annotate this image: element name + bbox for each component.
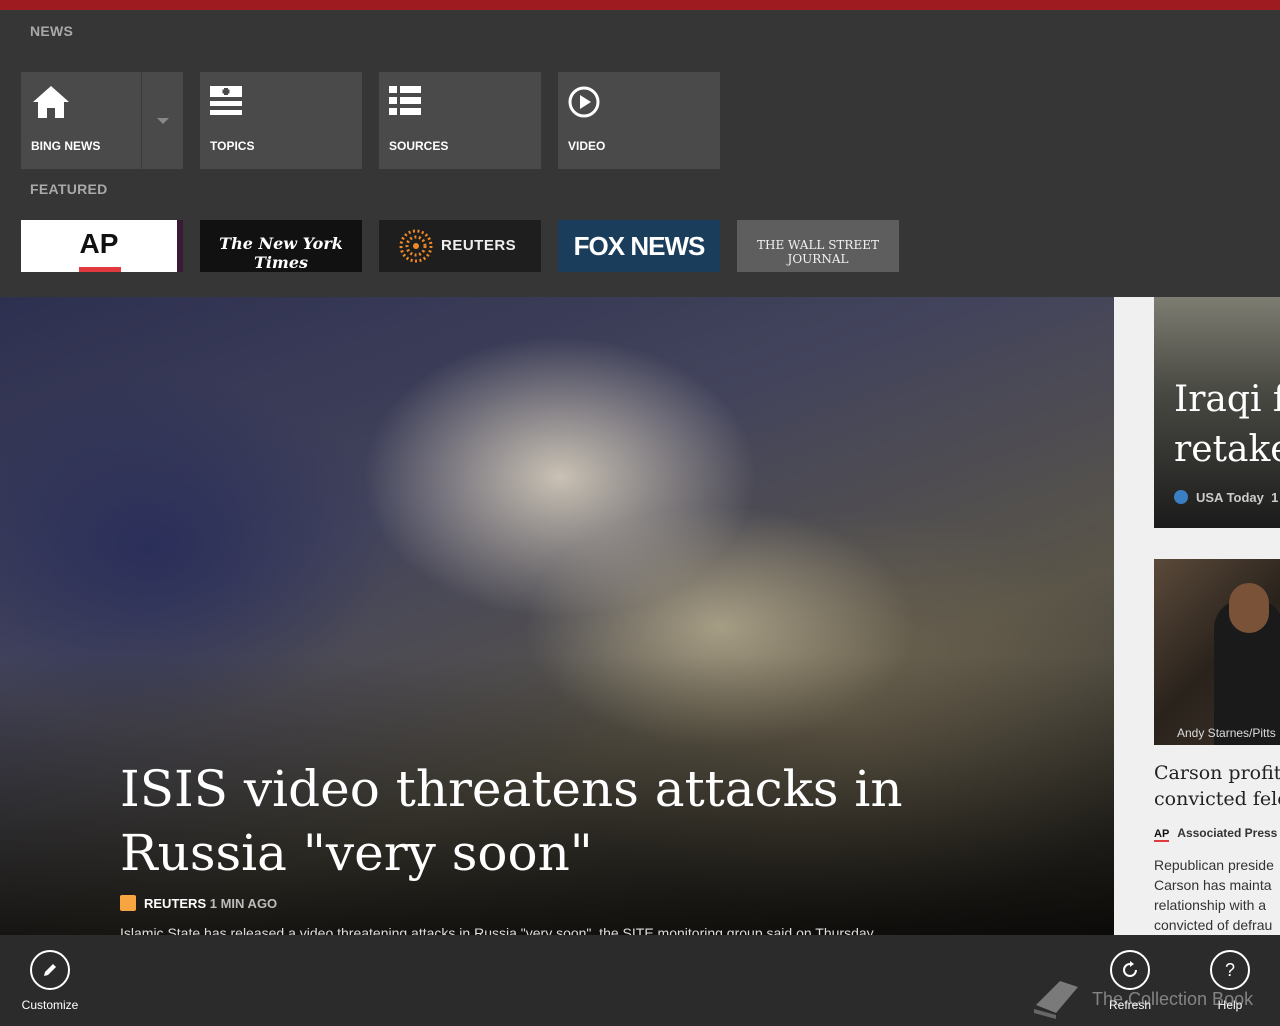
home-icon — [33, 86, 69, 118]
featured-source-reuters[interactable]: REUTERS — [379, 220, 541, 272]
usa-today-icon — [1174, 490, 1188, 504]
body-line: convicted of defrau — [1154, 917, 1273, 933]
headline-line: Carson profit — [1154, 762, 1280, 784]
section-label-news: NEWS — [30, 23, 74, 39]
tile-label: SOURCES — [389, 139, 449, 153]
hero-summary: Islamic State has released a video threa… — [120, 925, 877, 935]
refresh-icon — [1110, 950, 1150, 990]
tile-sources[interactable]: SOURCES — [379, 72, 541, 169]
hero-source: REUTERS — [144, 896, 207, 911]
ap-logo-bar — [79, 267, 121, 272]
tile-bing-news[interactable]: BING NEWS — [21, 72, 141, 169]
watermark: The Collection Book — [1030, 975, 1253, 1026]
headline-line: Iraqi f — [1174, 379, 1280, 420]
side-articles: Iraqi f retake USA Today 1 Andy Starnes/… — [1114, 297, 1280, 935]
nyt-logo: The New York Times — [219, 234, 343, 272]
featured-source-ap[interactable]: AP — [21, 220, 183, 272]
side-article-carson-headline[interactable]: Carson profit convicted felo — [1154, 760, 1280, 812]
body-line: Republican preside — [1154, 857, 1274, 873]
tile-label: VIDEO — [568, 139, 606, 153]
side-article-carson-image[interactable]: Andy Starnes/Pitts — [1154, 559, 1280, 745]
ap-source-icon: AP — [1154, 828, 1170, 842]
section-label-featured: FEATURED — [30, 181, 108, 197]
tile-edge — [177, 220, 183, 272]
bing-news-dropdown-button[interactable] — [141, 72, 183, 169]
body-line: Carson has mainta — [1154, 877, 1272, 893]
photo-face — [1229, 583, 1269, 633]
question-icon: ? — [1210, 950, 1250, 990]
reuters-logo-icon — [399, 229, 433, 263]
customize-label: Customize — [21, 998, 79, 1012]
featured-source-wsj[interactable]: THE WALL STREET JOURNAL — [737, 220, 899, 272]
tile-video[interactable]: VIDEO — [558, 72, 720, 169]
side-article-carson-body: Republican preside Carson has mainta rel… — [1154, 855, 1280, 935]
body-line: relationship with a — [1154, 897, 1267, 913]
headline-line: convicted felo — [1154, 788, 1280, 810]
wsj-logo: THE WALL STREET JOURNAL — [757, 238, 879, 266]
watermark-text: The Collection Book — [1092, 989, 1254, 1009]
fox-news-logo: FOX NEWS — [573, 231, 706, 261]
side-article-meta: USA Today 1 — [1174, 490, 1278, 505]
list-icon — [389, 86, 421, 115]
headline-line: retake — [1174, 429, 1280, 470]
tile-topics[interactable]: TOPICS — [200, 72, 362, 169]
hero-meta: REUTERS 1 MIN AGO — [120, 895, 277, 911]
featured-source-fox-news[interactable]: FOX NEWS — [558, 220, 720, 272]
photo-credit: Andy Starnes/Pitts — [1177, 726, 1276, 740]
side-article-headline: Iraqi f retake — [1174, 375, 1280, 475]
side-article-time: 1 — [1271, 490, 1279, 505]
featured-source-nyt[interactable]: The New York Times — [200, 220, 362, 272]
tile-label: TOPICS — [210, 139, 255, 153]
book-icon — [1034, 981, 1078, 1019]
reuters-logo-text: REUTERS — [441, 237, 517, 254]
topics-icon — [210, 86, 242, 115]
side-article-source: Associated Press — [1177, 826, 1278, 840]
play-icon — [568, 86, 600, 118]
reuters-source-icon — [120, 895, 136, 911]
side-article-iraqi[interactable]: Iraqi f retake USA Today 1 — [1154, 297, 1280, 528]
hero-time: 1 MIN AGO — [209, 896, 278, 911]
pencil-icon — [30, 950, 70, 990]
hero-article[interactable]: ISIS video threatens attacks in Russia "… — [0, 297, 1114, 935]
tile-label: BING NEWS — [31, 139, 101, 153]
app-bar: Customize Refresh ? Help — [0, 935, 1280, 1024]
side-article-carson-meta: AP Associated Press — [1154, 826, 1277, 842]
ap-logo: AP — [79, 228, 119, 259]
hero-headline: ISIS video threatens attacks in Russia "… — [120, 760, 903, 882]
chevron-down-icon — [157, 118, 169, 124]
customize-button[interactable]: Customize — [20, 950, 80, 1012]
accent-bar — [0, 0, 1280, 10]
side-article-source: USA Today — [1196, 490, 1264, 505]
